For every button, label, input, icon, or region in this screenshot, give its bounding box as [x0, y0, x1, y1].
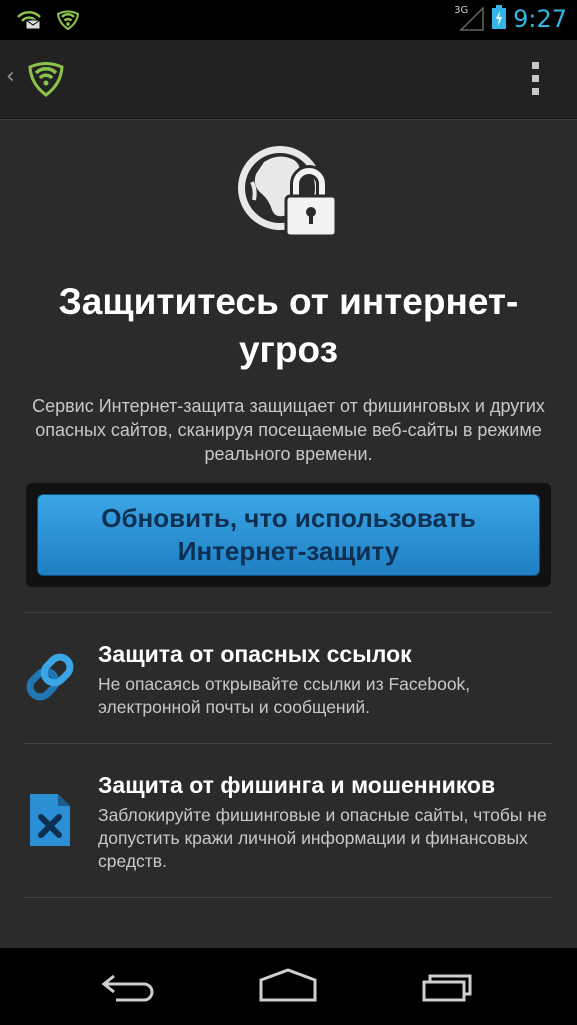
home-icon[interactable]	[258, 966, 318, 1010]
shield-wifi-icon[interactable]	[26, 58, 66, 102]
feature-description: Заблокируйте фишинговые и опасные сайты,…	[98, 805, 547, 871]
page-subtitle: Сервис Интернет-защита защищает от фишин…	[32, 396, 545, 464]
action-bar: ‹	[0, 40, 577, 119]
navigation-bar	[0, 948, 577, 1025]
shield-wifi-notification-icon	[56, 8, 80, 34]
divider	[24, 897, 552, 898]
feature-description: Не опасаясь открывайте ссылки из Faceboo…	[98, 674, 471, 717]
globe-lock-icon	[234, 142, 344, 246]
feature-item-links: Защита от опасных ссылок Не опасаясь отк…	[0, 613, 577, 743]
upgrade-button-frame: Обновить, что использовать Интернет-защи…	[26, 483, 551, 587]
page-title: Защититесь от интернет-угроз	[58, 281, 519, 370]
feature-title: Защита от фишинга и мошенников	[98, 772, 496, 798]
battery-charging-icon	[491, 4, 507, 34]
upgrade-button[interactable]: Обновить, что использовать Интернет-защи…	[37, 494, 540, 576]
recent-apps-icon[interactable]	[420, 966, 480, 1010]
signal-icon: 3G	[454, 5, 485, 32]
up-caret-icon[interactable]: ‹	[6, 64, 15, 89]
feature-title: Защита от опасных ссылок	[98, 641, 412, 667]
back-icon[interactable]	[100, 966, 156, 1010]
overflow-menu-icon[interactable]	[532, 62, 539, 95]
clock: 9:27	[513, 5, 567, 33]
link-icon	[22, 649, 78, 709]
mail-notification-icon	[16, 8, 42, 34]
feature-item-phishing: Защита от фишинга и мошенников Заблокиру…	[0, 744, 577, 897]
status-bar: 3G 9:27	[0, 0, 577, 40]
blocked-file-icon	[28, 792, 72, 852]
